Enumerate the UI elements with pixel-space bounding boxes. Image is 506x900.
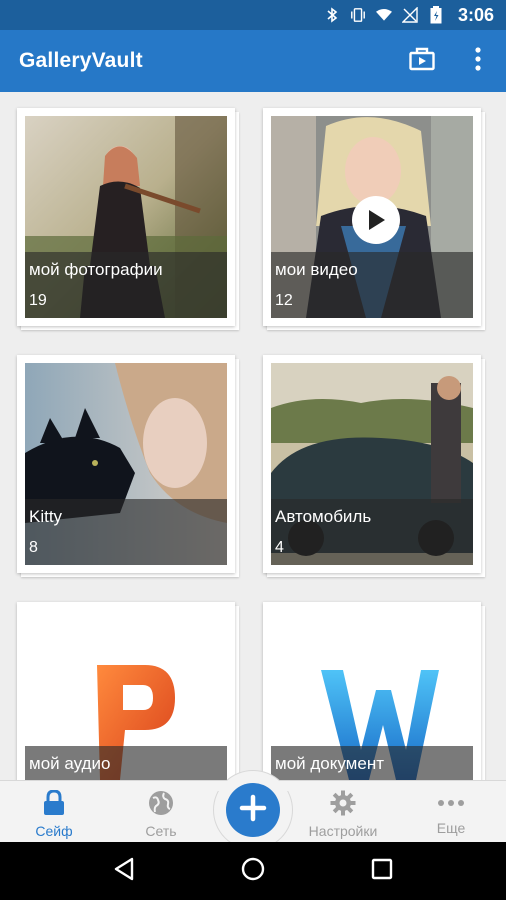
more-vertical-icon <box>475 46 481 76</box>
plus-icon <box>239 794 267 827</box>
overflow-menu-button[interactable] <box>450 30 506 92</box>
slideshow-icon <box>409 47 435 76</box>
album-grid: мой фотографии 19 мои видео 12 Kitty 8 А… <box>0 92 506 780</box>
album-count: 12 <box>275 292 293 309</box>
more-horizontal-icon <box>437 790 465 816</box>
gear-icon <box>330 790 356 819</box>
album-card-kitty[interactable]: Kitty 8 <box>17 355 239 577</box>
nav-item-network[interactable]: Сеть <box>111 781 211 843</box>
app-bar: GalleryVault <box>0 30 506 92</box>
nav-label: Еще <box>436 820 466 836</box>
album-card-document[interactable]: мой документ <box>263 602 485 780</box>
vibrate-icon <box>350 7 366 23</box>
nav-label: Сеть <box>145 823 177 839</box>
nav-label: Настройки <box>308 823 378 839</box>
album-count: 19 <box>29 292 47 309</box>
status-bar: 3:06 <box>0 0 506 30</box>
slideshow-button[interactable] <box>394 30 450 92</box>
album-card-car[interactable]: Автомобиль 4 <box>263 355 485 577</box>
system-recents-button[interactable] <box>362 851 402 891</box>
system-navigation-bar <box>0 842 506 900</box>
home-circle-icon <box>241 857 265 886</box>
app-title: GalleryVault <box>19 49 143 72</box>
recents-square-icon <box>371 858 393 885</box>
album-name: мои видео <box>275 260 358 279</box>
album-name: мой фотографии <box>29 260 163 279</box>
globe-icon <box>148 790 174 819</box>
battery-icon <box>428 6 444 24</box>
album-card-audio[interactable]: мой аудио <box>17 602 239 780</box>
album-name: Автомобиль <box>275 507 372 526</box>
album-name: Kitty <box>29 507 63 526</box>
wifi-icon <box>375 7 392 23</box>
nav-item-vault[interactable]: Сейф <box>4 781 104 843</box>
status-time: 3:06 <box>457 4 494 25</box>
lock-icon <box>42 789 66 819</box>
add-button[interactable] <box>226 783 280 837</box>
back-triangle-icon <box>113 857 135 886</box>
album-card-photos[interactable]: мой фотографии 19 <box>17 108 239 330</box>
system-back-button[interactable] <box>104 851 144 891</box>
bluetooth-icon <box>324 7 340 23</box>
album-name: мой аудио <box>29 754 111 773</box>
system-home-button[interactable] <box>233 851 273 891</box>
album-count: 8 <box>29 539 38 556</box>
nav-label: Сейф <box>35 823 73 839</box>
album-count: 4 <box>275 539 284 556</box>
album-card-videos[interactable]: мои видео 12 <box>263 108 485 330</box>
nav-item-more[interactable]: Еще <box>401 781 501 843</box>
album-name: мой документ <box>275 754 384 773</box>
nav-item-settings[interactable]: Настройки <box>293 781 393 843</box>
no-signal-icon <box>401 7 418 23</box>
